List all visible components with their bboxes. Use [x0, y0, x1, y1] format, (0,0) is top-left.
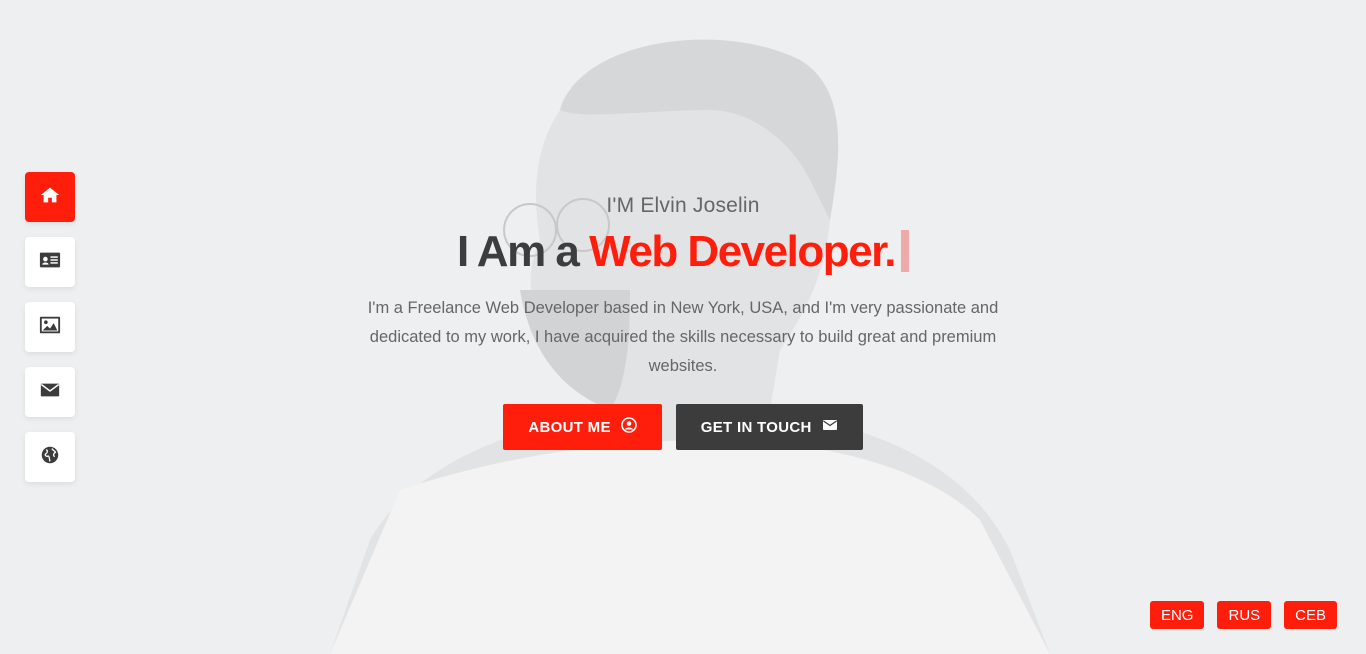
about-me-label: ABOUT ME — [528, 418, 611, 436]
hero-description: I'm a Freelance Web Developer based in N… — [367, 299, 999, 375]
headline: I Am a Web Developer. — [0, 224, 1366, 280]
intro-text: I'M Elvin Joselin — [606, 194, 760, 217]
hero-section: I'M Elvin Joselin I Am a Web Developer. … — [0, 194, 1366, 450]
language-switcher: ENG RUS CEB — [1149, 601, 1337, 629]
user-circle-icon — [620, 417, 637, 437]
hero-actions: ABOUT ME GET IN TOUCH — [0, 404, 1366, 450]
get-in-touch-label: GET IN TOUCH — [700, 418, 812, 436]
headline-accent: Web Developer. — [589, 227, 896, 276]
typing-cursor — [901, 230, 909, 272]
headline-prefix: I Am a — [456, 227, 590, 276]
about-me-button[interactable]: ABOUT ME — [503, 404, 662, 450]
language-ceb-button[interactable]: CEB — [1284, 601, 1337, 629]
language-rus-button[interactable]: RUS — [1217, 601, 1272, 629]
get-in-touch-button[interactable]: GET IN TOUCH — [675, 404, 863, 450]
envelope-icon — [822, 417, 838, 437]
language-eng-button[interactable]: ENG — [1149, 601, 1205, 629]
